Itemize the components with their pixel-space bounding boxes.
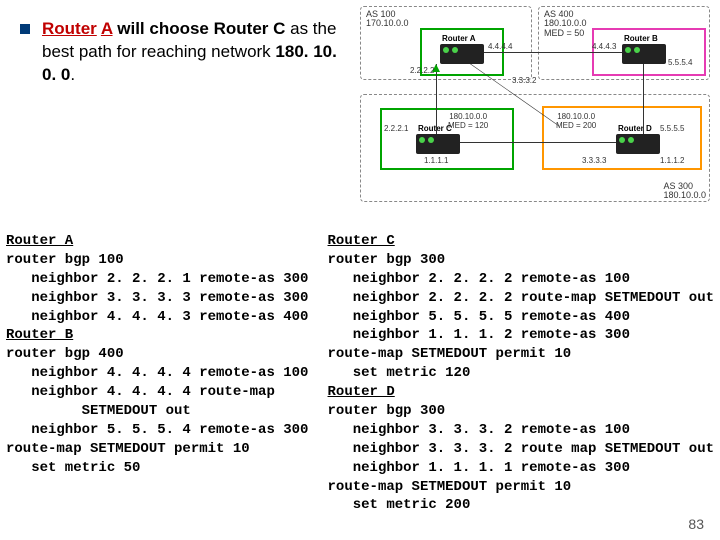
lc-l7: neighbor 4. 4. 4. 4 route-map bbox=[6, 384, 275, 400]
lc-l11: set metric 50 bbox=[6, 460, 140, 476]
as300-label: AS 300 180.10.0.0 bbox=[663, 182, 706, 201]
lc-l2: neighbor 2. 2. 2. 1 remote-as 300 bbox=[6, 271, 308, 287]
ip-link-ad: 3.3.3.2 bbox=[512, 76, 536, 85]
rc-l9: neighbor 3. 3. 3. 2 remote-as 100 bbox=[328, 422, 630, 438]
rc-l2: neighbor 2. 2. 2. 2 remote-as 100 bbox=[328, 271, 630, 287]
router-a-name: Router A bbox=[442, 34, 475, 43]
link-bd bbox=[643, 64, 644, 134]
left-h2: Router B bbox=[6, 327, 73, 343]
config-columns: Router A router bgp 100 neighbor 2. 2. 2… bbox=[6, 232, 714, 518]
lc-l1: router bgp 100 bbox=[6, 252, 124, 268]
link-ab bbox=[484, 52, 622, 53]
rc-l10: neighbor 3. 3. 3. 2 route map SETMEDOUT … bbox=[328, 441, 714, 457]
as400-label: AS 400 180.10.0.0 MED = 50 bbox=[544, 10, 587, 38]
rc-l13: set metric 200 bbox=[328, 497, 471, 513]
rc-l8: router bgp 300 bbox=[328, 403, 446, 419]
rc-l7: set metric 120 bbox=[328, 365, 471, 381]
ip-c-below: 1.1.1.1 bbox=[424, 156, 448, 165]
router-b-name: Router B bbox=[624, 34, 658, 43]
rc-l4: neighbor 5. 5. 5. 5 remote-as 400 bbox=[328, 309, 630, 325]
lc-l4: neighbor 4. 4. 4. 3 remote-as 400 bbox=[6, 309, 308, 325]
ip-c-left: 2.2.2.1 bbox=[384, 124, 408, 133]
left-h1: Router A bbox=[6, 233, 73, 249]
ip-a-left: 2.2.2.2 bbox=[410, 66, 434, 75]
rc-l12: route-map SETMEDOUT permit 10 bbox=[328, 479, 572, 495]
lc-l6: neighbor 4. 4. 4. 4 remote-as 100 bbox=[6, 365, 308, 381]
router-c-name: Router C bbox=[418, 124, 452, 133]
rc-l6: route-map SETMEDOUT permit 10 bbox=[328, 346, 572, 362]
router-c-icon bbox=[416, 134, 460, 154]
rc-l5: neighbor 1. 1. 1. 2 remote-as 300 bbox=[328, 327, 630, 343]
rc-l3: neighbor 2. 2. 2. 2 route-map SETMEDOUT … bbox=[328, 290, 714, 306]
right-config-col: Router C router bgp 300 neighbor 2. 2. 2… bbox=[328, 232, 714, 518]
router-a-letter: A bbox=[101, 19, 113, 38]
lc-l9: neighbor 5. 5. 5. 4 remote-as 300 bbox=[6, 422, 308, 438]
router-a-icon bbox=[440, 44, 484, 64]
rc-l1: router bgp 300 bbox=[328, 252, 446, 268]
as100-label: AS 100 170.10.0.0 bbox=[366, 10, 409, 29]
ip-b-right: 5.5.5.4 bbox=[668, 58, 692, 67]
lc-l3: neighbor 3. 3. 3. 3 remote-as 300 bbox=[6, 290, 308, 306]
ip-b-left: 4.4.4.3 bbox=[592, 42, 616, 51]
router-c-label: Router C bbox=[214, 19, 286, 38]
lc-l5: router bgp 400 bbox=[6, 346, 124, 362]
med-d-label: 180.10.0.0 MED = 200 bbox=[556, 112, 596, 130]
router-a-label: Router bbox=[42, 19, 97, 38]
lc-l10: route-map SETMEDOUT permit 10 bbox=[6, 441, 250, 457]
topology-diagram: AS 100 170.10.0.0 AS 400 180.10.0.0 MED … bbox=[360, 6, 710, 204]
ip-d-right: 5.5.5.5 bbox=[660, 124, 684, 133]
link-ac bbox=[436, 64, 437, 134]
page-number: 83 bbox=[688, 516, 704, 532]
ip-d-left: 3.3.3.3 bbox=[582, 156, 606, 165]
router-d-icon bbox=[616, 134, 660, 154]
ip-cd: 1.1.1.2 bbox=[660, 156, 684, 165]
bullet-text: Router A will choose Router C as the bes… bbox=[42, 18, 350, 87]
right-h2: Router D bbox=[328, 384, 395, 400]
right-h1: Router C bbox=[328, 233, 395, 249]
med-c-label: 180.10.0.0 MED = 120 bbox=[448, 112, 488, 130]
lc-l8: SETMEDOUT out bbox=[6, 403, 191, 419]
bullet-frag-2: will choose bbox=[113, 19, 214, 38]
left-config-col: Router A router bgp 100 neighbor 2. 2. 2… bbox=[6, 232, 320, 518]
rc-l11: neighbor 1. 1. 1. 1 remote-as 300 bbox=[328, 460, 630, 476]
ip-a-right: 4.4.4.4 bbox=[488, 42, 512, 51]
router-b-icon bbox=[622, 44, 666, 64]
bullet-row: Router A will choose Router C as the bes… bbox=[20, 18, 350, 87]
bullet-period: . bbox=[70, 65, 75, 84]
link-cd bbox=[460, 142, 616, 143]
bullet-square-icon bbox=[20, 24, 30, 34]
router-d-name: Router D bbox=[618, 124, 652, 133]
